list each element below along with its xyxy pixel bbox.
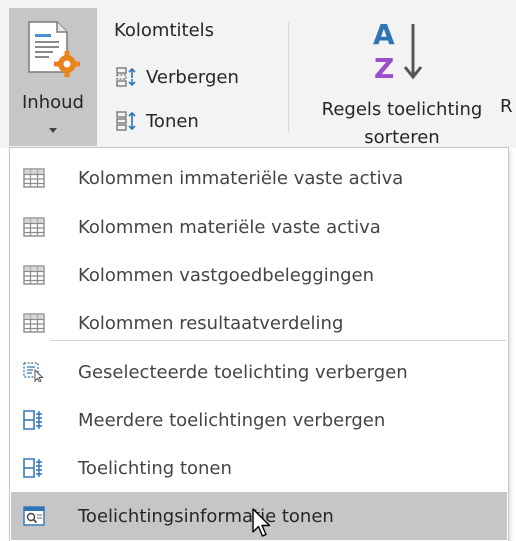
column-titles-label: Kolomtitels — [114, 20, 215, 41]
menu-item-real-estate-columns[interactable]: Kolommen vastgoedbeleggingen — [11, 251, 507, 299]
selection-cursor-icon — [23, 362, 44, 382]
chevron-down-icon — [49, 128, 57, 133]
hide-label: Verbergen — [146, 66, 239, 88]
table-grid-icon — [23, 265, 45, 285]
document-settings-icon — [28, 21, 80, 77]
column-titles-group: Kolomtitels Verbergen Tonen — [104, 8, 274, 146]
table-grid-icon — [23, 313, 45, 333]
mouse-pointer-icon — [252, 508, 271, 537]
table-grid-icon — [23, 168, 45, 188]
menu-item-label: Kolommen materiële vaste activa — [78, 216, 381, 238]
truncated-ribbon-label[interactable]: R — [500, 96, 513, 117]
table-grid-icon — [23, 217, 45, 237]
sort-notes-button[interactable]: A Z Regels toelichting sorteren — [296, 8, 508, 148]
hide-column-titles-button[interactable]: Verbergen — [116, 64, 239, 90]
menu-item-intangible-assets-columns[interactable]: Kolommen immateriële vaste activa — [11, 154, 507, 202]
multi-hide-icon — [23, 410, 42, 430]
inhoud-button[interactable]: Inhoud — [9, 8, 97, 146]
ribbon: Inhoud Kolomtitels Verbergen Tonen A Z R… — [0, 0, 516, 148]
menu-item-label: Meerdere toelichtingen verbergen — [78, 409, 386, 431]
show-columns-icon — [116, 111, 136, 131]
menu-item-label: Kolommen resultaatverdeling — [78, 312, 344, 334]
sort-az-icon: A Z — [373, 18, 423, 85]
menu-item-tangible-assets-columns[interactable]: Kolommen materiële vaste activa — [11, 203, 507, 251]
sort-label: Regels toelichting sorteren — [296, 96, 508, 152]
group-separator — [288, 22, 289, 132]
menu-separator — [50, 340, 506, 341]
show-note-icon — [23, 458, 42, 478]
show-column-titles-button[interactable]: Tonen — [116, 108, 199, 134]
menu-item-label: Geselecteerde toelichting verbergen — [78, 361, 408, 383]
sort-label-line1: Regels toelichting — [321, 99, 483, 120]
menu-item-label: Toelichtingsinformatie tonen — [78, 505, 334, 527]
show-label: Tonen — [146, 110, 199, 132]
menu-item-label: Kolommen vastgoedbeleggingen — [78, 264, 375, 286]
menu-item-hide-selected-note[interactable]: Geselecteerde toelichting verbergen — [11, 348, 507, 396]
svg-text:Z: Z — [374, 52, 394, 85]
hide-columns-icon — [116, 67, 136, 87]
menu-item-label: Kolommen immateriële vaste activa — [78, 167, 404, 189]
inhoud-label: Inhoud — [22, 92, 84, 113]
menu-item-hide-multiple-notes[interactable]: Meerdere toelichtingen verbergen — [11, 396, 507, 444]
menu-item-label: Toelichting tonen — [78, 457, 232, 479]
svg-text:A: A — [373, 18, 395, 51]
inhoud-dropdown-menu: Kolommen immateriële vaste activa Kolomm… — [9, 147, 509, 541]
menu-item-show-note[interactable]: Toelichting tonen — [11, 444, 507, 492]
info-window-icon — [23, 506, 45, 526]
